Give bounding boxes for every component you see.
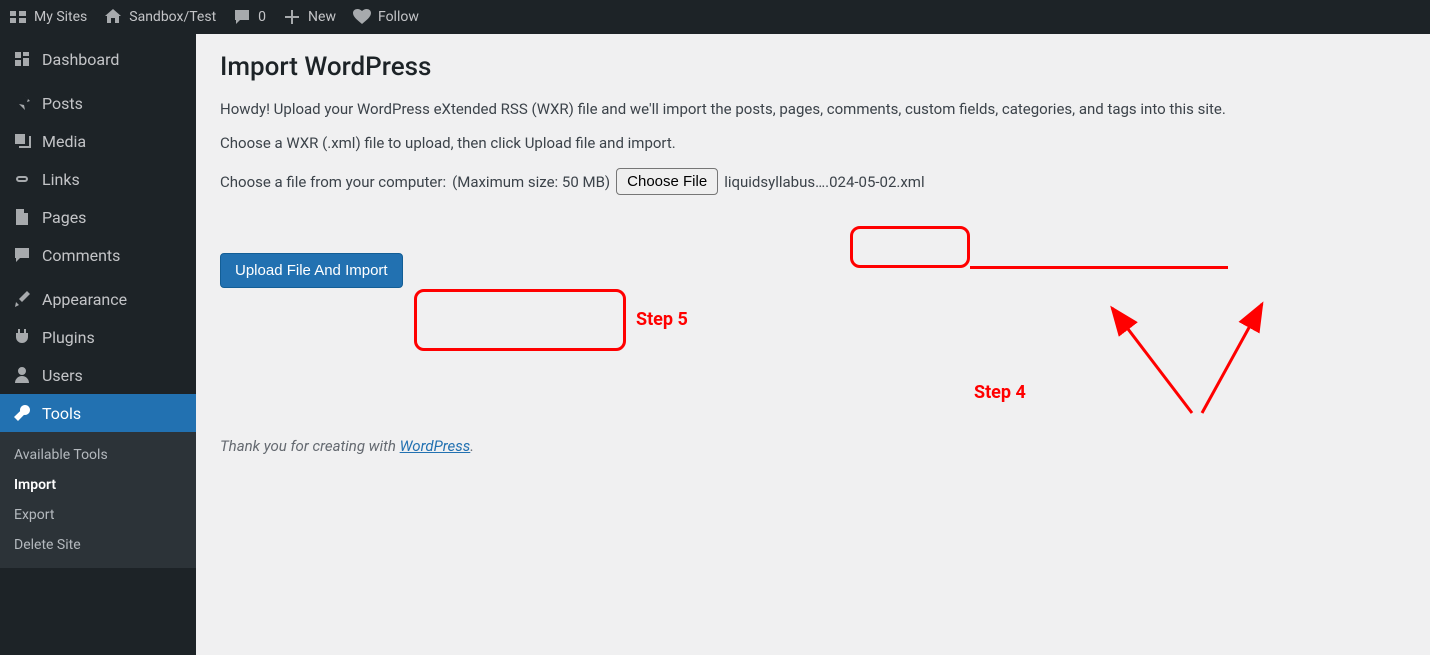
sidebar-label: Comments xyxy=(42,246,120,265)
submenu-delete-site[interactable]: Delete Site xyxy=(0,530,196,560)
selected-filename: liquidsyllabus….024-05-02.xml xyxy=(724,173,924,191)
comments-menu[interactable]: 0 xyxy=(232,7,266,27)
choose-label: Choose a file from your computer: xyxy=(220,173,446,191)
annotation-underline-filename xyxy=(970,266,1228,269)
comments-count: 0 xyxy=(258,9,266,25)
sidebar-label: Appearance xyxy=(42,290,127,309)
intro-text: Howdy! Upload your WordPress eXtended RS… xyxy=(220,100,1406,118)
annotation-arrows xyxy=(392,68,1430,655)
annotation-ring-upload xyxy=(414,289,626,351)
upload-file-button[interactable]: Upload File And Import xyxy=(220,253,403,288)
max-size-text: (Maximum size: 50 MB) xyxy=(452,173,610,191)
submenu-export[interactable]: Export xyxy=(0,500,196,530)
page-title: Import WordPress xyxy=(220,52,1406,82)
admin-bar: My Sites Sandbox/Test 0 New Follow xyxy=(0,0,1430,34)
follow-menu[interactable]: Follow xyxy=(352,7,419,27)
sidebar-item-links[interactable]: Links xyxy=(0,160,196,198)
new-label: New xyxy=(308,9,336,25)
annotation-step5-label: Step 5 xyxy=(636,309,688,330)
sidebar-label: Links xyxy=(42,170,80,189)
sidebar-label: Tools xyxy=(42,404,81,423)
sidebar-item-plugins[interactable]: Plugins xyxy=(0,318,196,356)
admin-sidebar: Dashboard Posts Media Links Pages Commen… xyxy=(0,34,196,655)
site-menu[interactable]: Sandbox/Test xyxy=(103,7,216,27)
sidebar-item-users[interactable]: Users xyxy=(0,356,196,394)
footer-suffix: . xyxy=(470,437,474,455)
comment-icon xyxy=(12,245,32,265)
submenu-available-tools[interactable]: Available Tools xyxy=(0,440,196,470)
my-sites-menu[interactable]: My Sites xyxy=(8,7,87,27)
sidebar-label: Media xyxy=(42,132,86,151)
heart-icon xyxy=(352,7,372,27)
sidebar-item-dashboard[interactable]: Dashboard xyxy=(0,40,196,78)
annotation-ring-choose xyxy=(850,226,970,268)
pushpin-icon xyxy=(12,93,32,113)
sidebar-label: Plugins xyxy=(42,328,95,347)
home-icon xyxy=(103,7,123,27)
comment-icon xyxy=(232,7,252,27)
brush-icon xyxy=(12,289,32,309)
follow-label: Follow xyxy=(378,9,419,25)
wrench-icon xyxy=(12,403,32,423)
sidebar-item-appearance[interactable]: Appearance xyxy=(0,280,196,318)
link-icon xyxy=(12,169,32,189)
sidebar-item-media[interactable]: Media xyxy=(0,122,196,160)
page-icon xyxy=(12,207,32,227)
file-row: Choose a file from your computer: (Maxim… xyxy=(220,168,1406,195)
plus-icon xyxy=(282,7,302,27)
annotation-step4-label: Step 4 xyxy=(974,382,1026,403)
main-content: Import WordPress Howdy! Upload your Word… xyxy=(196,34,1430,655)
sidebar-label: Dashboard xyxy=(42,50,119,69)
wordpress-link[interactable]: WordPress xyxy=(400,437,471,455)
tools-submenu: Available Tools Import Export Delete Sit… xyxy=(0,432,196,568)
sidebar-item-posts[interactable]: Posts xyxy=(0,84,196,122)
my-sites-label: My Sites xyxy=(34,9,87,25)
new-menu[interactable]: New xyxy=(282,7,336,27)
site-name-label: Sandbox/Test xyxy=(129,9,216,25)
sidebar-item-tools[interactable]: Tools xyxy=(0,394,196,432)
user-icon xyxy=(12,365,32,385)
sidebar-label: Posts xyxy=(42,94,83,113)
sites-icon xyxy=(8,7,28,27)
sidebar-label: Users xyxy=(42,366,83,385)
footer-credit: Thank you for creating with WordPress. xyxy=(220,437,474,455)
instruction-text: Choose a WXR (.xml) file to upload, then… xyxy=(220,134,1406,152)
media-icon xyxy=(12,131,32,151)
sidebar-item-pages[interactable]: Pages xyxy=(0,198,196,236)
plugin-icon xyxy=(12,327,32,347)
submenu-import[interactable]: Import xyxy=(0,470,196,500)
sidebar-label: Pages xyxy=(42,208,86,227)
footer-prefix: Thank you for creating with xyxy=(220,437,400,455)
sidebar-item-comments[interactable]: Comments xyxy=(0,236,196,274)
dashboard-icon xyxy=(12,49,32,69)
choose-file-button[interactable]: Choose File xyxy=(616,168,718,195)
